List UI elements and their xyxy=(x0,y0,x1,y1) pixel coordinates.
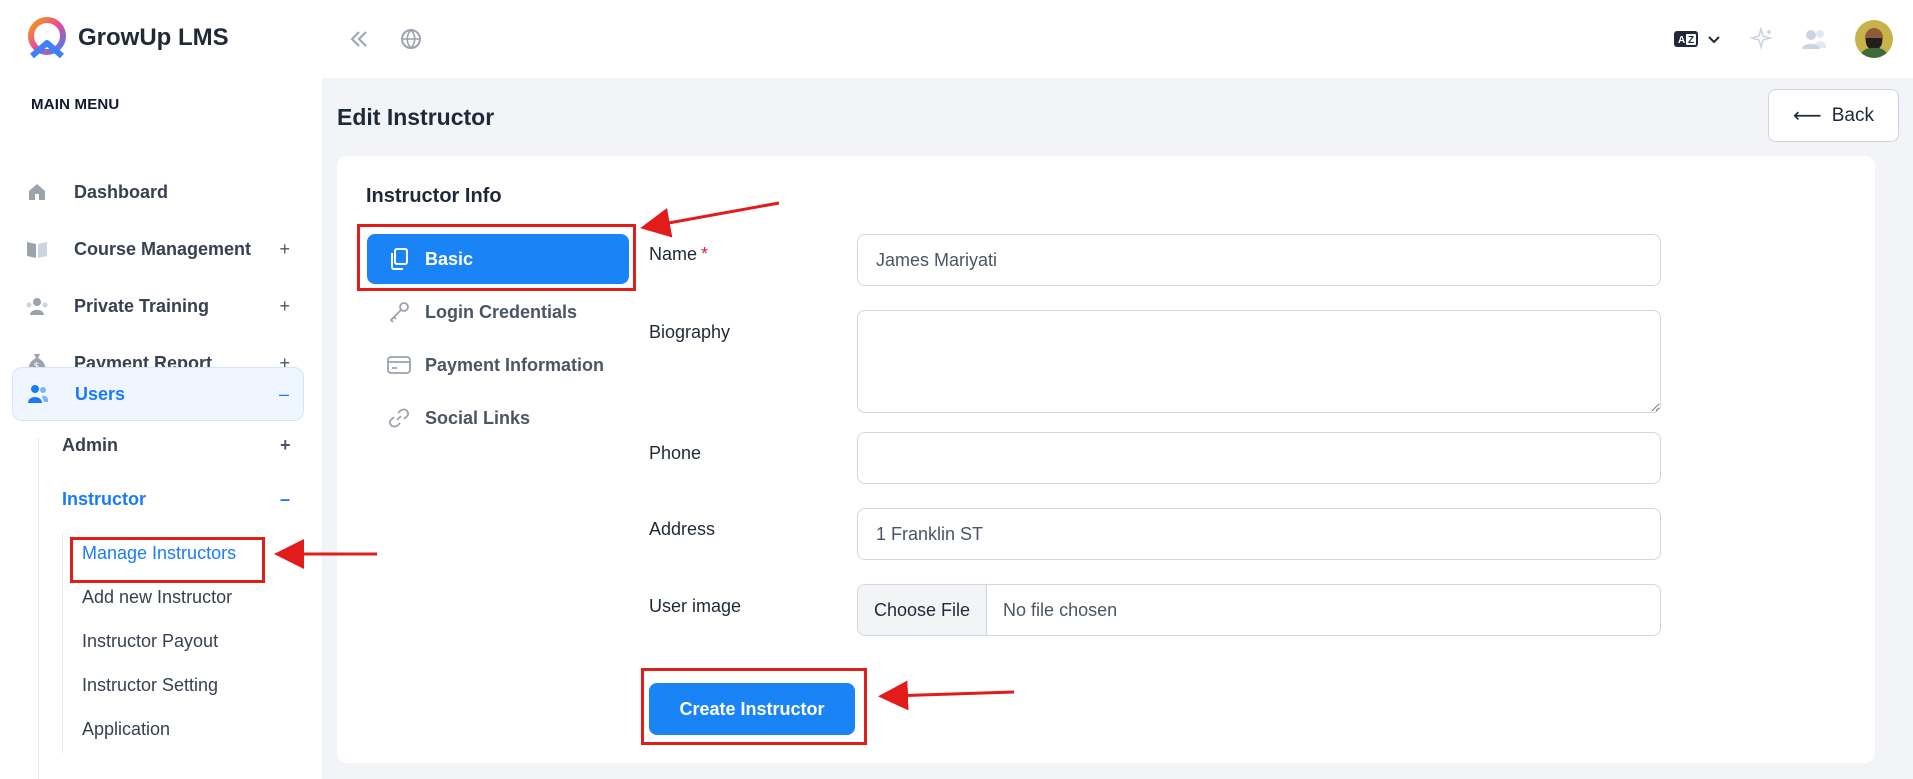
arrow-left-icon: ⟵ xyxy=(1793,105,1822,127)
training-icon xyxy=(26,295,48,317)
card-title: Instructor Info xyxy=(366,185,502,207)
key-icon xyxy=(387,300,411,324)
sidebar-subitem-label: Admin xyxy=(62,435,118,455)
highlight-box-manage-instructors xyxy=(70,537,265,583)
name-input[interactable] xyxy=(857,234,1661,286)
back-label: Back xyxy=(1831,104,1874,126)
highlight-box-basic-tab xyxy=(357,224,636,291)
globe-icon[interactable] xyxy=(396,24,426,54)
top-bar: GrowUp LMS AZZ xyxy=(0,0,1913,78)
language-selector[interactable]: AZZ xyxy=(1668,24,1726,54)
sidebar-item-label: Users xyxy=(75,383,126,404)
sidebar-item-users[interactable]: Users – xyxy=(12,367,304,421)
name-label: Name * xyxy=(649,244,708,265)
sidebar-subitem-label: Instructor xyxy=(62,489,147,509)
user-image-label: User image xyxy=(649,596,742,616)
expand-toggle[interactable]: + xyxy=(279,296,290,317)
sidebar-subitem-instructor[interactable]: Instructor – xyxy=(62,489,290,510)
sidebar-item-label: Dashboard xyxy=(74,181,169,202)
required-marker: * xyxy=(701,244,709,264)
phone-label: Phone xyxy=(649,443,702,463)
growup-logo-icon xyxy=(28,17,66,59)
user-image-file-input[interactable]: Choose File No file chosen xyxy=(857,584,1661,636)
users-icon[interactable] xyxy=(1799,24,1829,54)
sidebar-leaf-application[interactable]: Application xyxy=(82,719,170,740)
app-name: GrowUp LMS xyxy=(78,24,229,51)
expand-toggle[interactable]: + xyxy=(279,239,290,260)
collapse-toggle[interactable]: – xyxy=(279,384,289,405)
sidebar-subitem-admin[interactable]: Admin + xyxy=(62,435,291,456)
sidebar: MAIN MENU Dashboard Course Management + … xyxy=(0,78,322,779)
translate-icon: AZZ xyxy=(1674,31,1698,47)
avatar[interactable] xyxy=(1855,20,1893,58)
book-icon xyxy=(26,238,48,260)
svg-text:A: A xyxy=(1678,35,1685,46)
brand[interactable]: GrowUp LMS xyxy=(24,16,229,60)
home-icon xyxy=(26,181,48,203)
sidebar-item-private-training[interactable]: Private Training + xyxy=(12,279,304,333)
phone-input[interactable] xyxy=(857,432,1661,484)
address-label: Address xyxy=(649,519,716,539)
credit-card-icon xyxy=(387,353,411,377)
highlight-box-create-button xyxy=(641,668,867,745)
tab-label: Social Links xyxy=(425,407,531,428)
tab-login-credentials[interactable]: Login Credentials xyxy=(367,287,629,337)
tree-line xyxy=(38,438,39,779)
sparkle-icon[interactable] xyxy=(1747,24,1777,54)
tab-payment-information[interactable]: Payment Information xyxy=(367,340,629,390)
sidebar-item-dashboard[interactable]: Dashboard xyxy=(12,165,304,219)
sidebar-leaf-add-new-instructor[interactable]: Add new Instructor xyxy=(82,587,232,608)
tab-label: Payment Information xyxy=(425,354,605,375)
sidebar-item-course-management[interactable]: Course Management + xyxy=(12,222,304,276)
biography-textarea[interactable] xyxy=(857,310,1661,413)
tab-social-links[interactable]: Social Links xyxy=(367,393,629,443)
tab-label: Login Credentials xyxy=(425,301,578,322)
address-input[interactable] xyxy=(857,508,1661,560)
link-icon xyxy=(387,406,411,430)
expand-toggle[interactable]: + xyxy=(280,435,291,456)
back-button[interactable]: ⟵ Back xyxy=(1768,89,1899,142)
collapse-toggle[interactable]: – xyxy=(280,489,290,510)
name-label-text: Name xyxy=(649,244,698,264)
tree-line xyxy=(62,533,63,753)
chevron-down-icon xyxy=(1708,36,1720,44)
page-title: Edit Instructor xyxy=(337,104,495,130)
file-status: No file chosen xyxy=(1003,599,1118,620)
choose-file-button[interactable]: Choose File xyxy=(858,585,988,635)
sidebar-item-label: Private Training xyxy=(74,295,210,316)
sidebar-leaf-instructor-setting[interactable]: Instructor Setting xyxy=(82,675,218,696)
sidebar-item-label: Course Management xyxy=(74,238,252,259)
sidebar-leaf-instructor-payout[interactable]: Instructor Payout xyxy=(82,631,218,652)
users-icon xyxy=(27,383,49,405)
biography-label: Biography xyxy=(649,322,731,342)
svg-text:Z: Z xyxy=(1688,35,1694,46)
double-chevron-left-icon[interactable] xyxy=(344,24,374,54)
menu-title: MAIN MENU xyxy=(31,96,120,113)
